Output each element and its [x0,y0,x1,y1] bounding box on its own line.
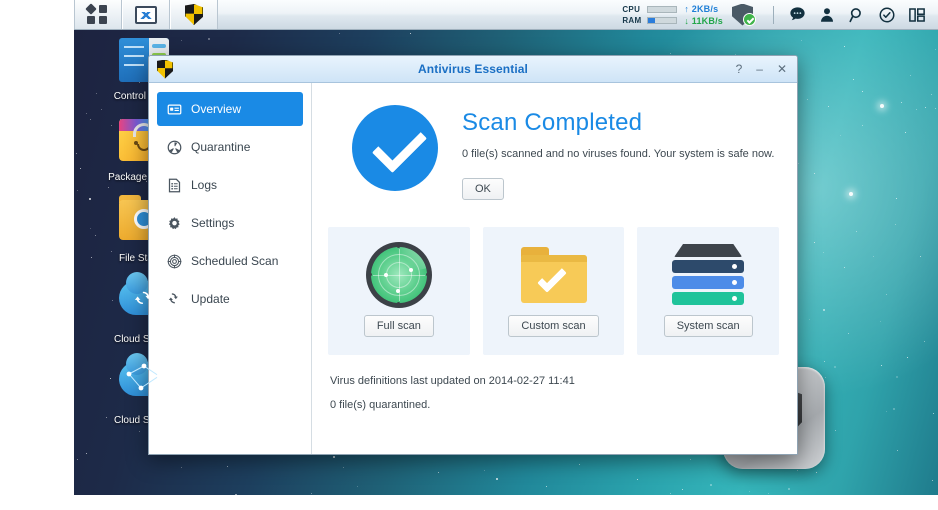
taskbar-resource-monitor-button[interactable] [122,0,170,29]
window-titlebar[interactable]: Antivirus Essential ? – ✕ [149,56,797,83]
full-scan-button[interactable]: Full scan [364,315,434,337]
scan-status-text: Scan Completed 0 file(s) scanned and no … [462,105,774,200]
chat-icon[interactable] [782,0,812,30]
sidebar-item-update[interactable]: Update [157,282,303,316]
taskbar: CPU RAM ↑ 2KB/s ↓ 11KB/s [74,0,938,30]
custom-scan-button[interactable]: Custom scan [508,315,598,337]
taskbar-spacer [218,0,622,29]
network-speed: ↑ 2KB/s ↓ 11KB/s [684,4,723,26]
cpu-bar [647,6,677,13]
quarantine-biohazard-icon [166,139,182,155]
sidebar-item-label: Logs [191,178,217,192]
scan-status-detail: 0 file(s) scanned and no viruses found. … [462,148,774,160]
sidebar-item-quarantine[interactable]: Quarantine [157,130,303,164]
system-scan-button[interactable]: System scan [664,315,753,337]
download-arrow-icon: ↓ [684,16,689,26]
sidebar-item-label: Update [191,292,230,306]
logs-list-icon [166,177,182,193]
folder-check-icon [521,241,587,309]
security-status-icon[interactable] [732,3,756,27]
gear-icon [166,215,182,231]
check-circle-icon [352,105,438,191]
screen: Control Panel Package Center [0,0,938,510]
antivirus-window: Antivirus Essential ? – ✕ Overview [148,55,798,455]
sidebar: Overview Quarantine [149,83,312,454]
divider [773,6,774,24]
cpu-ram-meters: CPU RAM [622,5,677,25]
ok-button[interactable]: OK [462,178,504,200]
sidebar-item-label: Scheduled Scan [191,254,278,268]
resource-widget[interactable]: CPU RAM ↑ 2KB/s ↓ 11KB/s [622,3,756,27]
sidebar-item-label: Quarantine [191,140,250,154]
taskbar-antivirus-button[interactable] [170,0,218,29]
ram-bar [647,17,677,24]
window-controls: ? – ✕ [736,63,789,75]
quarantined-count-text: 0 file(s) quarantined. [330,399,779,411]
taskbar-app-buttons [74,0,218,29]
notification-icon[interactable] [872,0,902,30]
shield-icon [185,4,203,25]
overview-card-icon [166,101,182,117]
main-content: Scan Completed 0 file(s) scanned and no … [312,83,797,454]
cpu-label: CPU [622,5,644,14]
sidebar-item-scheduled-scan[interactable]: Scheduled Scan [157,244,303,278]
virus-definitions-text: Virus definitions last updated on 2014-0… [330,375,779,387]
footnotes: Virus definitions last updated on 2014-0… [328,375,779,411]
taskbar-main-menu-button[interactable] [74,0,122,29]
help-button[interactable]: ? [736,63,743,75]
sidebar-item-overview[interactable]: Overview [157,92,303,126]
scan-card-full[interactable]: Full scan [328,227,470,355]
scan-card-list: Full scan Custom scan [328,227,779,355]
sidebar-item-label: Settings [191,216,234,230]
scan-card-system[interactable]: System scan [637,227,779,355]
upload-speed: 2KB/s [692,4,719,14]
minimize-button[interactable]: – [756,63,763,75]
close-button[interactable]: ✕ [777,63,787,75]
upload-arrow-icon: ↑ [684,4,689,14]
widget-icon[interactable] [902,0,932,30]
scheduled-scan-target-icon [166,253,182,269]
window-body: Overview Quarantine [149,83,797,454]
window-title: Antivirus Essential [149,62,797,76]
search-icon[interactable] [842,0,872,30]
grid-menu-icon [87,5,109,25]
radar-icon [366,241,432,309]
scan-card-custom[interactable]: Custom scan [483,227,625,355]
scan-status-hero: Scan Completed 0 file(s) scanned and no … [328,105,779,200]
chart-monitor-icon [135,6,157,24]
refresh-icon [166,291,182,307]
sidebar-item-label: Overview [191,102,241,116]
sidebar-item-settings[interactable]: Settings [157,206,303,240]
ram-label: RAM [622,16,644,25]
page-title: Scan Completed [462,109,774,137]
taskbar-status-area: CPU RAM ↑ 2KB/s ↓ 11KB/s [622,0,938,29]
user-icon[interactable] [812,0,842,30]
server-stack-icon [672,241,744,309]
download-speed: 11KB/s [692,16,723,26]
sidebar-item-logs[interactable]: Logs [157,168,303,202]
